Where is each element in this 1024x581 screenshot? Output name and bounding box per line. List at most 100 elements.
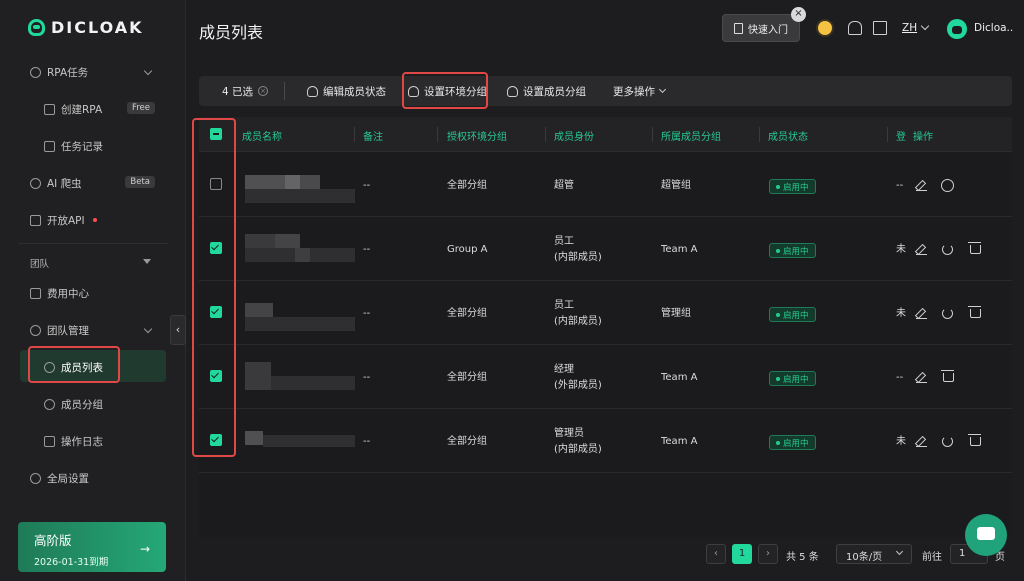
brand-logo[interactable]: DICLOAK: [28, 18, 144, 37]
chevron-down-icon[interactable]: [143, 324, 153, 334]
sidebar-item-label: AI 爬虫: [47, 177, 82, 190]
role-cell: 经理: [554, 364, 574, 375]
page-size-select[interactable]: 10条/页: [836, 544, 912, 564]
trash-icon[interactable]: [941, 370, 954, 382]
masked-member-name: [245, 431, 355, 461]
button-label: 设置成员分组: [523, 85, 586, 98]
prev-page-button[interactable]: ‹: [706, 544, 726, 564]
column-header[interactable]: 登: [896, 128, 906, 143]
sidebar-item-ai-crawler[interactable]: AI 爬虫: [30, 174, 82, 192]
column-divider: [354, 127, 355, 142]
masked-member-name: [245, 303, 355, 333]
column-header[interactable]: 成员身份: [554, 128, 594, 143]
brand-name: DICLOAK: [51, 18, 144, 37]
highlight-box: [192, 118, 236, 457]
sidebar-item-create-rpa[interactable]: 创建RPA: [44, 100, 102, 118]
selected-count-label: 4 已选: [222, 85, 254, 98]
sidebar-collapse-button[interactable]: ‹: [170, 315, 186, 345]
role-cell: 员工: [554, 236, 574, 247]
quick-start-label: 快速入门: [748, 24, 788, 36]
person-icon[interactable]: [941, 179, 954, 192]
edit-icon[interactable]: [916, 372, 927, 383]
book-icon[interactable]: [873, 21, 887, 35]
bell-icon[interactable]: [848, 21, 862, 35]
login-cell: --: [896, 180, 904, 191]
next-page-button[interactable]: ›: [758, 544, 778, 564]
section-team-label: 团队: [30, 259, 50, 270]
trash-icon[interactable]: [968, 306, 981, 318]
column-divider: [759, 127, 760, 142]
current-page-button[interactable]: 1: [732, 544, 752, 564]
masked-member-name: [245, 175, 355, 205]
chat-icon[interactable]: [965, 514, 1007, 556]
caret-down-icon[interactable]: [143, 259, 151, 264]
free-badge: Free: [126, 102, 155, 114]
status-badge: 启用中: [769, 307, 816, 322]
table-row[interactable]: -- Group A 员工 (内部成员) Team A 启用中 未: [199, 217, 1012, 281]
sidebar-item-member-group[interactable]: 成员分组: [44, 395, 103, 413]
log-icon: [44, 435, 55, 447]
book-icon: [734, 22, 743, 34]
column-header: 操作: [913, 132, 933, 143]
column-header[interactable]: 授权环境分组: [447, 128, 507, 143]
sidebar-item-global-settings[interactable]: 全局设置: [30, 469, 89, 487]
table-row[interactable]: -- 全部分组 员工 (内部成员) 管理组 启用中 未: [199, 281, 1012, 345]
sun-icon[interactable]: [818, 21, 832, 35]
column-divider: [652, 127, 653, 142]
clear-selection-icon[interactable]: ×: [258, 86, 269, 96]
column-header[interactable]: 所属成员分组: [661, 128, 721, 143]
sidebar-item-open-api[interactable]: 开放API: [30, 211, 97, 229]
button-label: 编辑成员状态: [323, 85, 386, 98]
users-icon: [507, 85, 518, 97]
more-actions-dropdown[interactable]: 更多操作: [613, 76, 667, 106]
language-selector[interactable]: ZH: [902, 22, 917, 34]
table-row[interactable]: -- 全部分组 经理 (外部成员) Team A 启用中 --: [199, 345, 1012, 409]
edit-icon[interactable]: [916, 180, 927, 191]
sidebar-item-task-log[interactable]: 任务记录: [44, 137, 103, 155]
edit-member-status-button[interactable]: 编辑成员状态: [307, 76, 386, 106]
sidebar-item-operation-log[interactable]: 操作日志: [44, 432, 103, 450]
column-header[interactable]: 成员状态: [768, 128, 808, 143]
plan-card[interactable]: 高阶版 2026-01-31到期 →: [18, 522, 166, 572]
role-type-cell: (外部成员): [554, 380, 602, 391]
chevron-down-icon[interactable]: [920, 21, 930, 31]
edit-icon[interactable]: [916, 436, 927, 447]
edit-icon[interactable]: [916, 308, 927, 319]
page-title: 成员列表: [199, 23, 264, 42]
settings-icon: [30, 472, 41, 484]
highlight-box: [28, 346, 120, 383]
avatar[interactable]: [947, 19, 967, 39]
sidebar-item-team-management[interactable]: 团队管理: [30, 321, 89, 339]
user-name[interactable]: Dicloa...: [974, 22, 1014, 34]
user-edit-icon: [307, 85, 318, 97]
refresh-icon[interactable]: [942, 308, 953, 319]
table-row[interactable]: -- 全部分组 超管 超管组 启用中 --: [199, 153, 1012, 217]
refresh-icon[interactable]: [942, 436, 953, 447]
column-header[interactable]: 成员名称: [242, 128, 282, 143]
member-group-cell: 超管组: [661, 180, 691, 191]
column-divider: [545, 127, 546, 142]
quick-start-button[interactable]: 快速入门: [722, 14, 800, 42]
note-cell: --: [363, 372, 371, 383]
trash-icon[interactable]: [968, 434, 981, 446]
close-icon[interactable]: ×: [791, 7, 806, 22]
env-group-cell: 全部分组: [447, 436, 487, 447]
logo-icon: [28, 19, 45, 36]
sidebar: DICLOAK RPA任务 创建RPA Free 任务记录 AI 爬虫 Beta…: [0, 0, 186, 581]
edit-icon[interactable]: [916, 244, 927, 255]
refresh-icon[interactable]: [942, 244, 953, 255]
divider: [18, 243, 168, 244]
robot-icon: [30, 66, 41, 78]
plan-name: 高阶版: [34, 533, 72, 548]
sidebar-item-billing[interactable]: 费用中心: [30, 284, 89, 302]
bug-icon: [30, 177, 41, 189]
set-member-group-button[interactable]: 设置成员分组: [507, 76, 586, 106]
sidebar-item-rpa[interactable]: RPA任务: [30, 63, 88, 81]
robot-icon: [44, 103, 55, 115]
table-row[interactable]: -- 全部分组 管理员 (内部成员) Team A 启用中 未: [199, 409, 1012, 473]
goto-label: 前往: [922, 552, 942, 563]
column-header[interactable]: 备注: [363, 128, 383, 143]
bulk-toolbar: 4 已选 × 编辑成员状态 设置环境分组 设置成员分组 更多操作: [199, 76, 1012, 106]
trash-icon[interactable]: [968, 242, 981, 254]
chevron-down-icon[interactable]: [143, 66, 153, 76]
